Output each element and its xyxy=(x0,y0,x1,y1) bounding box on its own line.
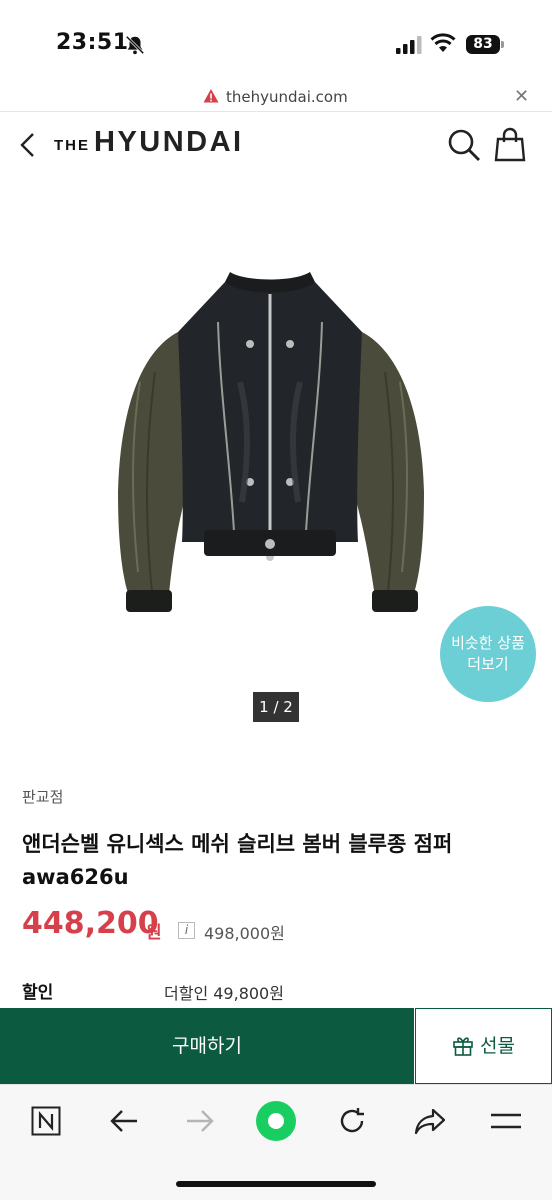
naver-icon[interactable] xyxy=(28,1103,64,1139)
price-info-icon[interactable]: i xyxy=(178,922,195,939)
bell-slash-icon xyxy=(125,35,145,55)
buy-button[interactable]: 구매하기 xyxy=(0,1008,414,1084)
menu-icon[interactable] xyxy=(488,1103,524,1139)
status-bar: 23:51 83 xyxy=(0,0,552,84)
shopping-bag-icon[interactable] xyxy=(494,126,526,162)
logo-hyundai[interactable]: HYUNDAI xyxy=(94,126,244,159)
gift-button[interactable]: 선물 xyxy=(415,1008,552,1084)
similar-line2: 더보기 xyxy=(467,655,509,673)
sale-price: 448,200 xyxy=(22,906,159,941)
gift-icon xyxy=(453,1036,473,1056)
seller-store[interactable]: 판교점 xyxy=(22,786,63,807)
logo-the[interactable]: THE xyxy=(54,137,90,154)
product-title: 앤더슨벨 유니섹스 메쉬 슬리브 봄버 블루종 점퍼 awa626u xyxy=(22,832,453,889)
status-time: 23:51 xyxy=(56,30,129,55)
close-icon[interactable]: ✕ xyxy=(514,86,529,107)
discount-label: 할인 xyxy=(22,983,54,1003)
sale-price-currency: 원 xyxy=(146,923,162,943)
discount-value: 더할인 49,800원 xyxy=(164,984,284,1003)
purchase-bar: 구매하기 선물 xyxy=(0,1008,552,1084)
gift-label: 선물 xyxy=(480,1035,515,1057)
back-arrow-icon[interactable] xyxy=(106,1103,142,1139)
product-image-gallery[interactable]: 비슷한 상품 더보기 1 / 2 xyxy=(0,180,552,760)
similar-line1: 비슷한 상품 xyxy=(451,634,525,652)
price-row: 448,200 원 i 498,000원 xyxy=(22,906,542,946)
search-icon[interactable] xyxy=(446,127,482,163)
back-icon[interactable] xyxy=(16,129,40,161)
green-dot-icon[interactable] xyxy=(256,1101,296,1141)
warning-icon xyxy=(203,89,219,103)
product-photo-jacket xyxy=(118,272,424,612)
share-icon[interactable] xyxy=(412,1103,448,1139)
battery-indicator: 83 xyxy=(466,35,500,54)
forward-arrow-icon[interactable] xyxy=(182,1103,218,1139)
original-price: 498,000원 xyxy=(204,924,285,943)
wifi-icon xyxy=(430,33,456,52)
battery-tip xyxy=(501,41,504,48)
signal-icon xyxy=(396,36,422,54)
browser-toolbar xyxy=(0,1084,552,1200)
home-indicator xyxy=(176,1181,376,1187)
reload-icon[interactable] xyxy=(334,1103,370,1139)
site-header: THE HYUNDAI xyxy=(0,113,552,179)
url-bar[interactable]: thehyundai.com ✕ xyxy=(0,84,552,112)
gallery-page-indicator: 1 / 2 xyxy=(253,692,299,722)
similar-products-button[interactable]: 비슷한 상품 더보기 xyxy=(440,606,536,702)
url-text[interactable]: thehyundai.com xyxy=(226,88,348,106)
